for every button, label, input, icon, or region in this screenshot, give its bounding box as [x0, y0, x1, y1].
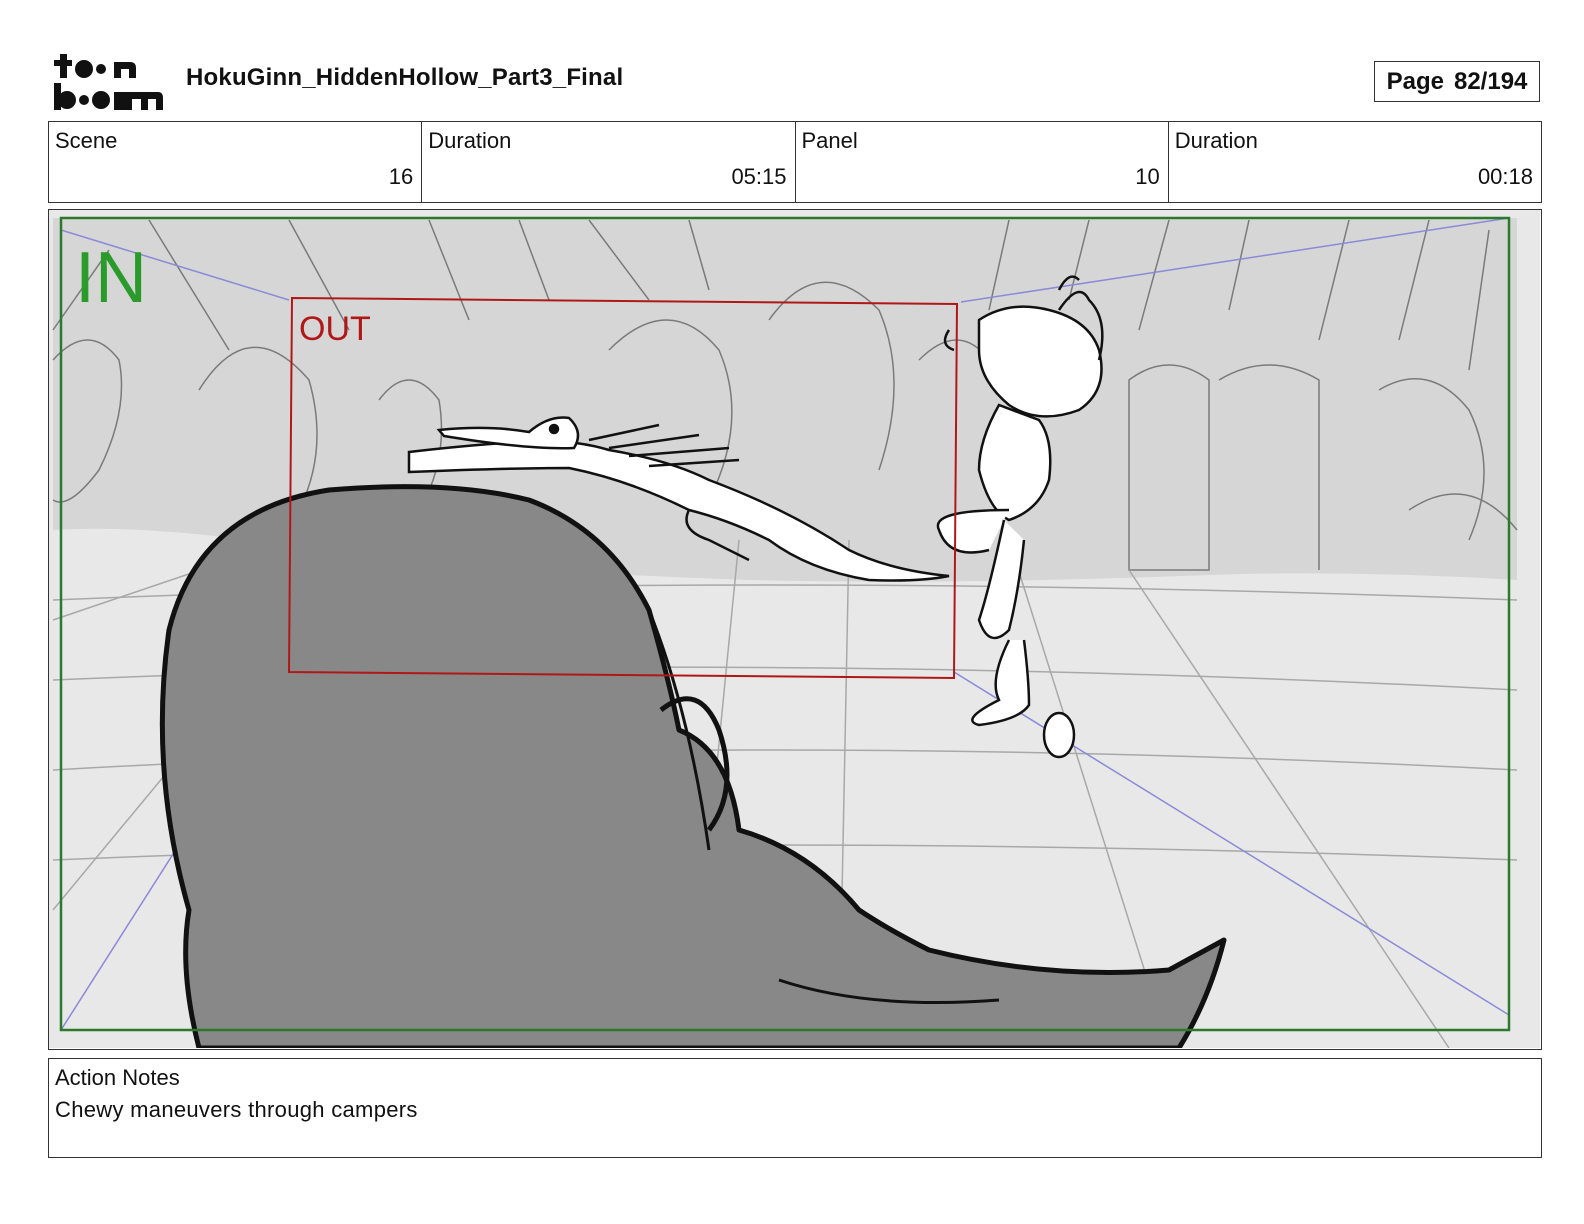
action-notes-title: Action Notes — [55, 1065, 180, 1090]
action-notes-text: Chewy maneuvers through campers — [55, 1097, 418, 1122]
page-label: Page — [1386, 67, 1444, 95]
scene-duration-value: 05:15 — [731, 164, 787, 189]
page-indicator: Page 82/194 — [1374, 61, 1540, 102]
out-label: OUT — [299, 310, 371, 348]
scene-cell: Scene 16 — [49, 122, 423, 202]
document-title: HokuGinn_HiddenHollow_Part3_Final — [186, 64, 624, 91]
panel-label: Panel — [801, 128, 858, 153]
scene-label: Scene — [55, 128, 118, 153]
panel-cell: Panel 10 — [796, 122, 1169, 202]
action-notes-box: Action Notes Chewy maneuvers through cam… — [48, 1058, 1542, 1158]
panel-value: 10 — [1135, 164, 1160, 189]
scene-duration-label: Duration — [428, 128, 512, 153]
panel-duration-label: Duration — [1174, 128, 1258, 153]
page-value: 82/194 — [1453, 67, 1528, 95]
info-table: Scene 16 Duration 05:15 Panel 10 Duratio… — [48, 121, 1542, 203]
panel-duration-value: 00:18 — [1477, 164, 1533, 189]
panel-duration-cell: Duration 00:18 — [1169, 122, 1541, 202]
scene-value: 16 — [388, 164, 414, 189]
panel-drawing: IN OUT — [49, 210, 1540, 1048]
storyboard-panel: IN OUT — [48, 209, 1542, 1050]
scene-duration-cell: Duration 05:15 — [422, 122, 796, 202]
in-label: IN — [75, 238, 147, 318]
toon-boom-logo — [54, 54, 163, 110]
